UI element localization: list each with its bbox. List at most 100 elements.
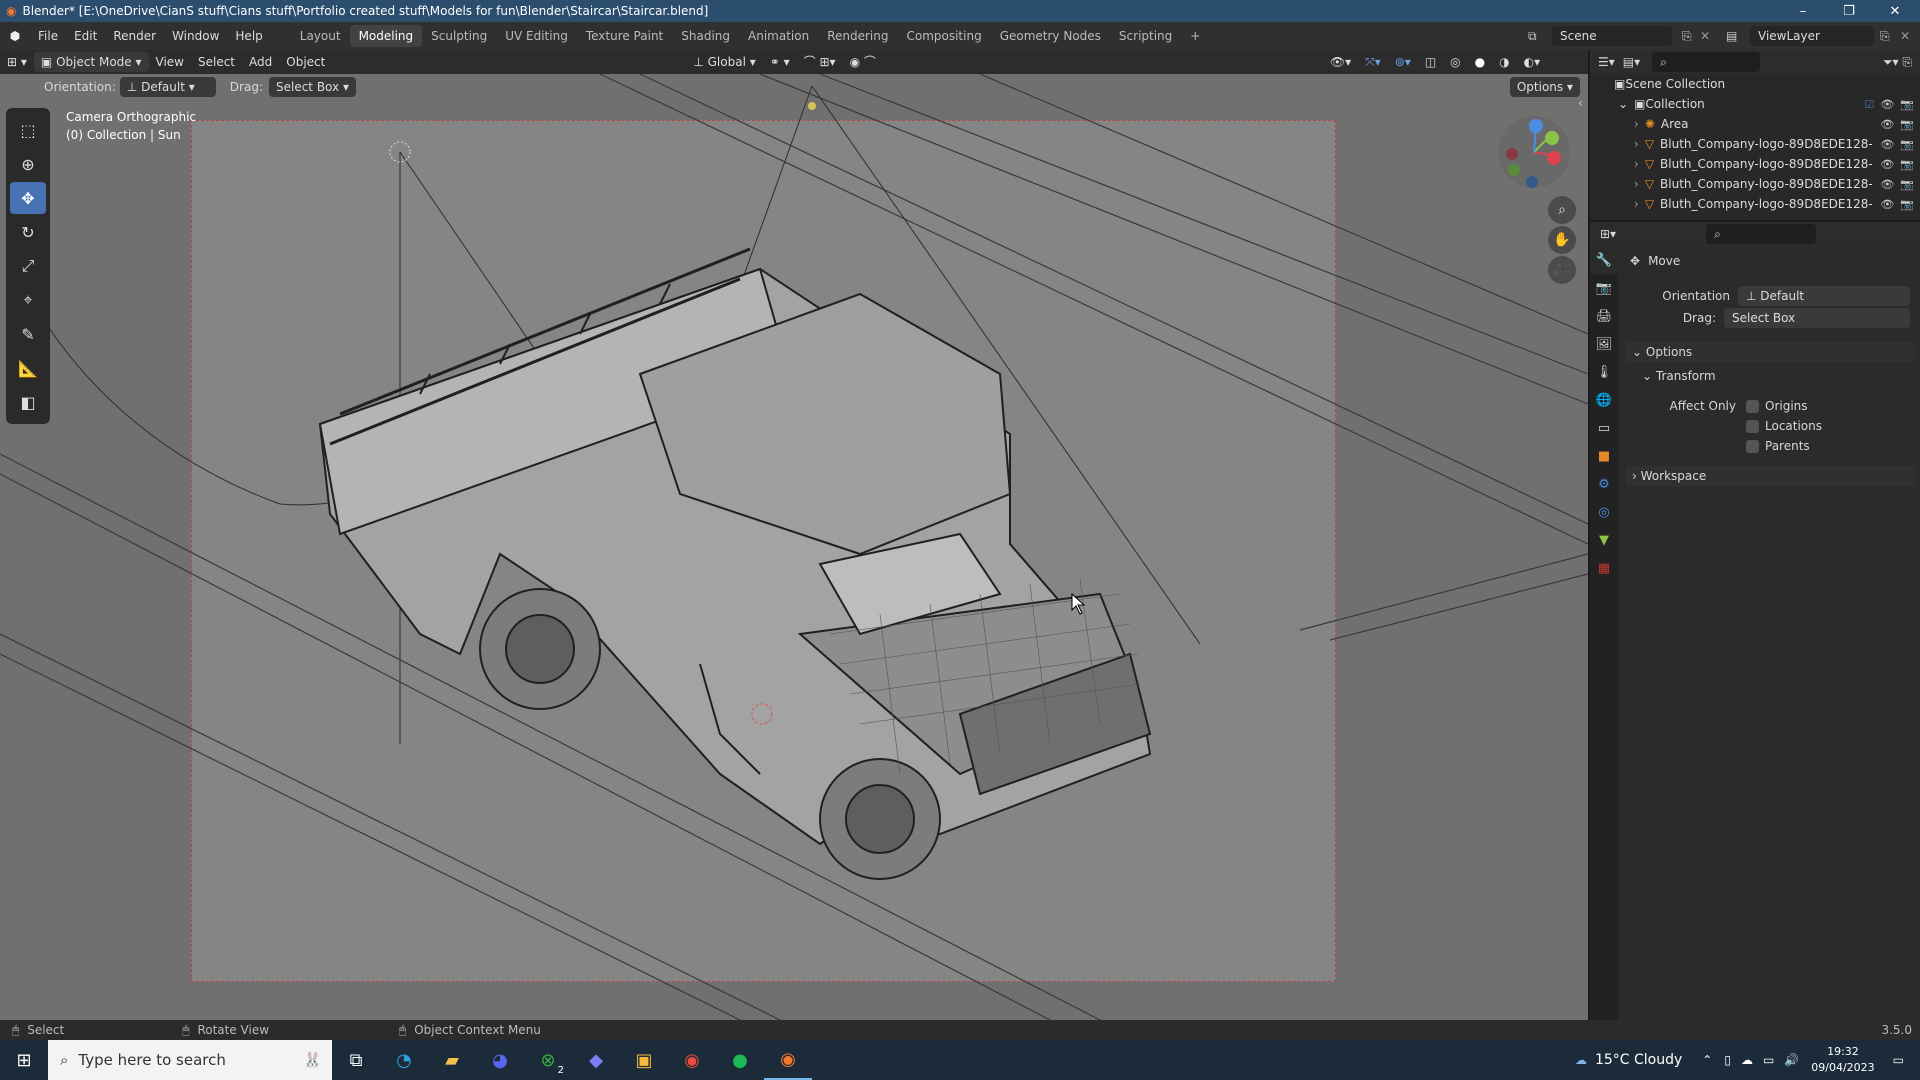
camera-icon[interactable]: 📷: [1900, 178, 1914, 191]
outliner-item[interactable]: › ▽ Bluth_Company-logo-89D8EDE128- 👁 📷: [1590, 194, 1920, 214]
menu-edit[interactable]: Edit: [66, 22, 105, 50]
cursor-tool-icon[interactable]: ⊕: [10, 148, 46, 180]
workspace-tab[interactable]: Sculpting: [422, 25, 496, 47]
eye-icon[interactable]: 👁: [1880, 138, 1894, 151]
menu-select[interactable]: Select: [191, 52, 242, 72]
workspace-tab[interactable]: Animation: [739, 25, 818, 47]
xray-toggle-icon[interactable]: ◫: [1418, 52, 1443, 72]
outliner-editor-icon[interactable]: ☰▾: [1598, 55, 1615, 69]
workspace-tab[interactable]: Texture Paint: [577, 25, 672, 47]
workspace-tab[interactable]: Rendering: [818, 25, 897, 47]
camera-icon[interactable]: 📷: [1900, 98, 1914, 111]
copilot-icon[interactable]: ◆: [572, 1040, 620, 1080]
remove-viewlayer-icon[interactable]: ✕: [1900, 29, 1910, 43]
locations-checkbox[interactable]: [1746, 419, 1759, 433]
blender-taskbar-icon[interactable]: ◉: [764, 1040, 812, 1080]
spotify-icon[interactable]: ●: [716, 1040, 764, 1080]
checkbox-icon[interactable]: ☑: [1864, 98, 1874, 111]
origins-checkbox[interactable]: [1746, 399, 1759, 413]
expand-arrow-icon[interactable]: ›: [1634, 197, 1639, 211]
viewlayer-field[interactable]: ViewLayer: [1750, 26, 1874, 46]
add-workspace-button[interactable]: +: [1181, 25, 1209, 47]
minimize-button[interactable]: –: [1780, 0, 1826, 22]
expand-arrow-icon[interactable]: ›: [1634, 117, 1639, 131]
file-explorer-icon[interactable]: ▰: [428, 1040, 476, 1080]
scale-tool-icon[interactable]: ⤢: [10, 250, 46, 282]
eye-icon[interactable]: 👁: [1880, 198, 1894, 211]
gizmo-toggle-icon[interactable]: ⤧▾: [1358, 52, 1388, 72]
camera-view-icon[interactable]: 🎥: [1548, 256, 1576, 284]
orientation-dropdown[interactable]: ⊥ Default ▾: [119, 77, 216, 97]
shading-rendered-icon[interactable]: ◐▾: [1517, 52, 1548, 72]
outliner-item[interactable]: › ▽ Bluth_Company-logo-89D8EDE128- 👁 📷: [1590, 134, 1920, 154]
shading-wireframe-icon[interactable]: ◎: [1443, 52, 1467, 72]
camera-icon[interactable]: 📷: [1900, 158, 1914, 171]
workspace-tab[interactable]: Compositing: [897, 25, 990, 47]
xbox-icon[interactable]: ⊗ 2: [524, 1040, 572, 1080]
menu-add[interactable]: Add: [242, 52, 279, 72]
workspace-tab[interactable]: Geometry Nodes: [991, 25, 1110, 47]
world-tab-icon[interactable]: 🌐: [1590, 386, 1618, 414]
volume-icon[interactable]: 🔊: [1784, 1053, 1799, 1067]
select-box-tool-icon[interactable]: ⬚: [10, 114, 46, 146]
tray-device-icon[interactable]: ▯: [1724, 1053, 1731, 1067]
mode-dropdown[interactable]: ▣ Object Mode ▾: [33, 52, 149, 72]
expand-arrow-icon[interactable]: ›: [1634, 157, 1639, 171]
transform-tool-icon[interactable]: ⌖: [10, 284, 46, 316]
outliner-item[interactable]: › ▽ Bluth_Company-logo-89D8EDE128- 👁 📷: [1590, 174, 1920, 194]
view-layer-tab-icon[interactable]: 🖼: [1590, 330, 1618, 358]
scene-selector-icon[interactable]: ⧉: [1528, 29, 1537, 44]
rockstar-launcher-icon[interactable]: ▣: [620, 1040, 668, 1080]
options-section-header[interactable]: ⌄ Options: [1626, 342, 1916, 362]
proportional-editing-icon[interactable]: ◉ ⌒: [843, 52, 883, 72]
notifications-icon[interactable]: ▭: [1893, 1053, 1904, 1067]
physics-tab-icon[interactable]: ◎: [1590, 498, 1618, 526]
visibility-icon[interactable]: 👁▾: [1323, 52, 1358, 72]
properties-search-input[interactable]: ⌕: [1706, 224, 1817, 244]
annotate-tool-icon[interactable]: ✎: [10, 318, 46, 350]
texture-tab-icon[interactable]: ▦: [1590, 554, 1618, 582]
shading-material-icon[interactable]: ◑: [1492, 52, 1516, 72]
remove-scene-icon[interactable]: ✕: [1700, 29, 1710, 43]
camera-icon[interactable]: 📷: [1900, 198, 1914, 211]
workspace-tab[interactable]: Modeling: [349, 25, 423, 47]
workspace-tab[interactable]: UV Editing: [496, 25, 577, 47]
add-cube-tool-icon[interactable]: ◧: [10, 386, 46, 418]
scene-field[interactable]: Scene: [1552, 26, 1672, 46]
eye-icon[interactable]: 👁: [1880, 158, 1894, 171]
camera-icon[interactable]: 📷: [1900, 138, 1914, 151]
snap-icon[interactable]: ⌒ ⊞▾: [797, 52, 843, 72]
shading-solid-icon[interactable]: ●: [1468, 52, 1492, 72]
expand-arrow-icon[interactable]: ›: [1634, 137, 1639, 151]
modifiers-tab-icon[interactable]: ⚙: [1590, 470, 1618, 498]
windows-start-icon[interactable]: ⊞: [0, 1040, 48, 1080]
menu-view[interactable]: View: [149, 52, 191, 72]
workspace-tab[interactable]: Layout: [291, 25, 350, 47]
filter-icon[interactable]: ⏷▾ ⎘: [1883, 55, 1912, 70]
weather-text[interactable]: 15°C Cloudy: [1595, 1052, 1682, 1068]
eye-icon[interactable]: 👁: [1880, 118, 1894, 131]
editor-type-icon[interactable]: ⊞ ▾: [0, 52, 34, 72]
outliner-search-input[interactable]: ⌕: [1652, 52, 1761, 72]
menu-object[interactable]: Object: [279, 52, 332, 72]
close-window-button[interactable]: ✕: [1872, 0, 1918, 22]
tray-arrow-icon[interactable]: ⌃: [1702, 1053, 1712, 1067]
menu-help[interactable]: Help: [227, 22, 270, 50]
zoom-view-icon[interactable]: ⌕: [1548, 196, 1576, 224]
clock[interactable]: 19:32 09/04/2023: [1811, 1044, 1874, 1076]
object-tab-icon[interactable]: ■: [1590, 442, 1618, 470]
pan-view-icon[interactable]: ✋: [1548, 226, 1576, 254]
discord-icon[interactable]: ◕: [476, 1040, 524, 1080]
eye-icon[interactable]: 👁: [1880, 98, 1894, 111]
properties-editor-icon[interactable]: ⊞▾: [1600, 227, 1616, 241]
overlay-toggle-icon[interactable]: ⊚▾: [1388, 52, 1418, 72]
menu-file[interactable]: File: [30, 22, 66, 50]
output-tab-icon[interactable]: 🖨: [1590, 302, 1618, 330]
onedrive-icon[interactable]: ☁: [1741, 1053, 1753, 1067]
move-tool-icon[interactable]: ✥: [10, 182, 46, 214]
workspace-section-header[interactable]: › Workspace: [1626, 466, 1916, 486]
data-tab-icon[interactable]: ▼: [1590, 526, 1618, 554]
menu-render[interactable]: Render: [105, 22, 164, 50]
sun-light-icon[interactable]: [808, 102, 816, 110]
menu-window[interactable]: Window: [164, 22, 227, 50]
